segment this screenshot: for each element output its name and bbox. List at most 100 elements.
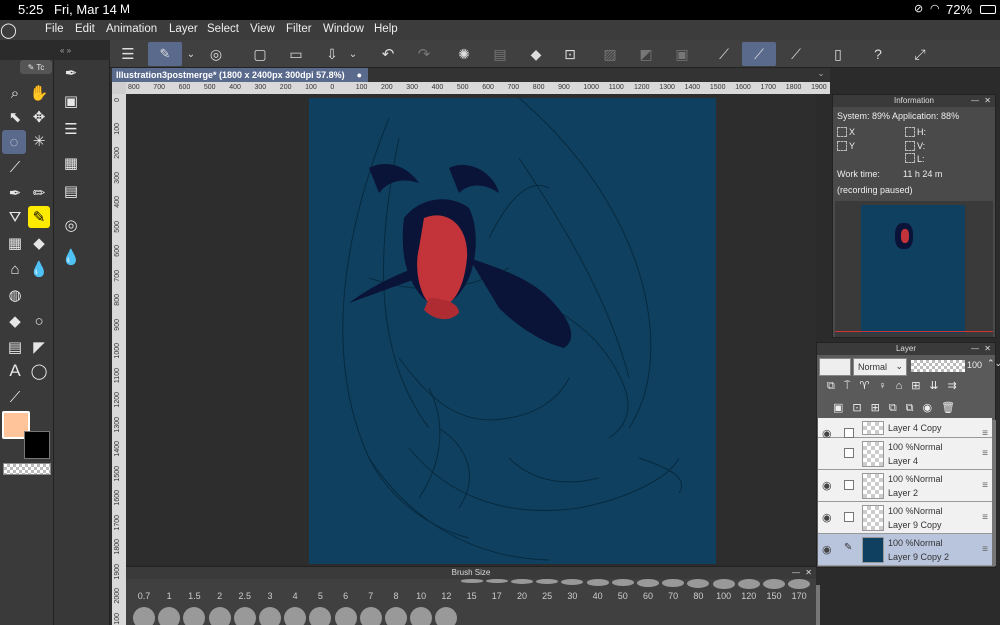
lasso-icon[interactable]: ◌ — [2, 130, 26, 154]
device-settings-icon[interactable]: ▯ — [828, 44, 848, 64]
close-tab-icon[interactable]: ● — [357, 68, 362, 82]
brush-size-preset[interactable] — [637, 579, 659, 587]
redo-icon[interactable]: ↷ — [414, 44, 434, 64]
subtool-group-icon[interactable]: ▣ — [60, 90, 82, 112]
brush-size-preset[interactable] — [687, 579, 710, 588]
pen-subtool-icon[interactable]: ✒ — [60, 62, 82, 84]
layer-row[interactable]: ◉ ✎ 100 %Normal Layer 9 Copy 2 ≡ — [818, 534, 992, 566]
layer-lock-checkbox[interactable] — [844, 480, 854, 490]
tab-list-chevron-icon[interactable]: ⌄ — [810, 68, 832, 82]
menu-layer[interactable]: Layer — [169, 23, 198, 35]
brush-size-preset[interactable] — [183, 607, 206, 625]
brush-size-label[interactable]: 80 — [686, 591, 710, 601]
circle-icon[interactable]: ○ — [28, 310, 50, 332]
help-icon[interactable]: ? — [868, 44, 888, 64]
close-icon[interactable]: ✕ — [984, 95, 991, 107]
brush-size-preset[interactable] — [611, 579, 634, 587]
spiral-icon[interactable]: ◎ — [206, 44, 226, 64]
deselect-icon[interactable]: ▨ — [600, 44, 620, 64]
panel-collapse-icon[interactable]: « » — [60, 46, 104, 56]
move-icon[interactable]: ✥ — [28, 106, 50, 128]
brush-size-label[interactable]: 0.7 — [132, 591, 156, 601]
snap-special-ruler-icon[interactable]: ⟋ — [742, 42, 776, 66]
selection-border-icon[interactable]: ▣ — [672, 44, 692, 64]
visibility-eye-icon[interactable]: ◉ — [822, 479, 836, 492]
menu-select[interactable]: Select — [207, 23, 239, 35]
brush-size-label[interactable]: 150 — [762, 591, 786, 601]
layer-lock-checkbox[interactable] — [844, 428, 854, 438]
layer-lock-checkbox[interactable] — [844, 448, 854, 458]
visibility-eye-icon[interactable]: ◉ — [822, 511, 836, 524]
drops-icon[interactable]: 💧 — [28, 258, 50, 280]
edit-pen-icon[interactable]: ✎ — [844, 542, 854, 553]
brush-size-preset[interactable] — [586, 579, 609, 586]
transform-icon[interactable]: ⊡ — [560, 44, 580, 64]
brush-size-label[interactable]: 100 — [712, 591, 736, 601]
brush-size-label[interactable]: 10 — [409, 591, 433, 601]
opacity-stepper[interactable]: ⌃⌄ — [987, 358, 1000, 369]
menu-edit[interactable]: Edit — [75, 23, 95, 35]
opacity-slider[interactable] — [911, 360, 965, 372]
figure-icon[interactable]: ⌂ — [4, 258, 26, 280]
layer-menu-icon[interactable]: ≡ — [982, 480, 988, 491]
blend-mode-select[interactable]: Normal ⌄ — [853, 358, 907, 376]
layer-row[interactable]: ◉ 100 %Normal Layer 2 ≡ — [818, 470, 992, 502]
brush-size-label[interactable]: 12 — [434, 591, 458, 601]
brush-size-label[interactable]: 120 — [737, 591, 761, 601]
layer-menu-icon[interactable]: ≡ — [982, 512, 988, 523]
clear-icon[interactable]: ▤ — [490, 44, 510, 64]
globe-icon[interactable]: ◍ — [4, 284, 26, 306]
minimize-icon[interactable]: — — [971, 343, 979, 355]
decoration-icon[interactable]: ✎ — [28, 206, 50, 228]
brush-size-label[interactable]: 15 — [460, 591, 484, 601]
color-mix-icon[interactable]: 💧 — [60, 246, 82, 268]
new-file-icon[interactable]: ▢ — [250, 44, 270, 64]
layer-lock-checkbox[interactable] — [844, 512, 854, 522]
tab-canvas[interactable]: Illustration3postmerge* (1800 x 2400px 3… — [112, 68, 368, 82]
brush-size-label[interactable]: 50 — [611, 591, 635, 601]
share-icon[interactable]: ⤢ — [910, 44, 930, 64]
brush-size-label[interactable]: 1.5 — [182, 591, 206, 601]
canvas[interactable] — [309, 98, 716, 564]
brush-size-preset[interactable] — [737, 579, 760, 589]
frame-icon[interactable]: ▤ — [4, 336, 26, 358]
transparent-color-swatch[interactable] — [3, 463, 51, 475]
brush-size-preset[interactable] — [208, 607, 231, 625]
brush-size-label[interactable]: 2 — [208, 591, 232, 601]
open-folder-icon[interactable]: ▭ — [286, 44, 306, 64]
sub-color-swatch[interactable] — [24, 431, 50, 459]
brush-size-label[interactable]: 25 — [535, 591, 559, 601]
sliders-icon[interactable]: ☰ — [60, 118, 82, 140]
fill-bucket-icon[interactable]: ◆ — [4, 310, 26, 332]
zoom-icon[interactable]: ⌕ — [4, 82, 26, 104]
eyedropper-icon[interactable]: ⟋ — [4, 156, 26, 178]
brush-size-label[interactable]: 60 — [636, 591, 660, 601]
brush-size-preset[interactable] — [284, 607, 307, 625]
layer-color-dropdown[interactable] — [819, 358, 851, 376]
layer-row[interactable]: ◉ Layer 4 Copy ≡ — [818, 418, 992, 440]
menu-help[interactable]: Help — [374, 23, 398, 35]
brush-size-preset[interactable] — [233, 607, 256, 625]
operation-icon[interactable]: ⬉ — [4, 106, 26, 128]
correct-line-icon[interactable]: ⟋ — [4, 386, 26, 408]
menu-file[interactable]: File — [45, 23, 64, 35]
brush-size-label[interactable]: 5 — [308, 591, 332, 601]
brush-size-label[interactable]: 30 — [560, 591, 584, 601]
text-icon[interactable]: A — [4, 360, 26, 382]
brush-size-preset[interactable] — [763, 579, 785, 589]
hamburger-menu-icon[interactable]: ☰ — [118, 44, 138, 64]
invert-selection-icon[interactable]: ◩ — [636, 44, 656, 64]
brush-size-label[interactable]: 2.5 — [233, 591, 257, 601]
tool-tab-pen[interactable]: ✎ Tc — [20, 60, 52, 74]
brush-size-label[interactable]: 40 — [586, 591, 610, 601]
ruler-icon[interactable]: ◤ — [28, 336, 50, 358]
menu-view[interactable]: View — [250, 23, 275, 35]
chevron-down-icon[interactable]: ⌄ — [346, 44, 360, 64]
brush-size-label[interactable]: 8 — [384, 591, 408, 601]
brush-size-preset[interactable] — [158, 607, 181, 625]
visibility-eye-icon[interactable]: ◉ — [822, 543, 836, 556]
menu-window[interactable]: Window — [323, 23, 364, 35]
pencil-icon[interactable]: ✏ — [28, 182, 50, 204]
brush-size-label[interactable]: 4 — [283, 591, 307, 601]
save-icon[interactable]: ⇩ — [322, 44, 342, 64]
